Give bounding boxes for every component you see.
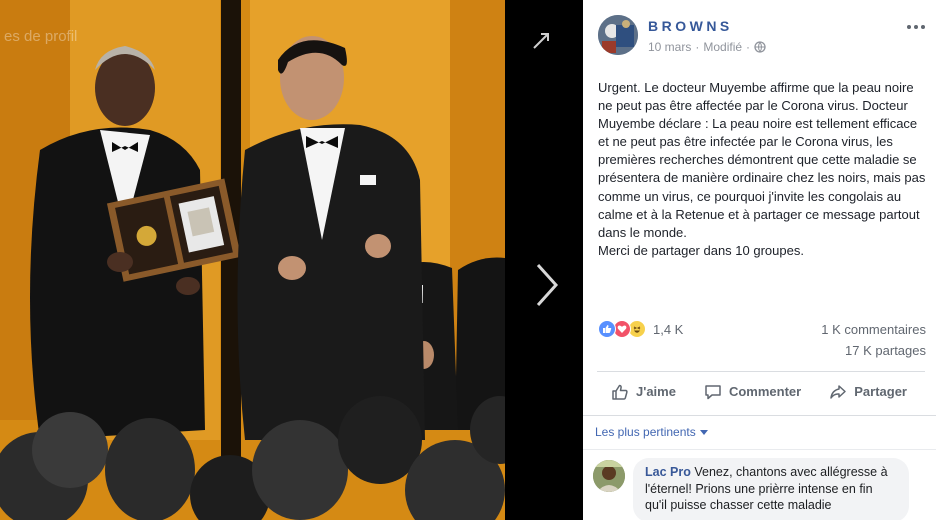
- divider: [583, 415, 936, 416]
- comment-sort-dropdown[interactable]: Les plus pertinents: [595, 425, 708, 439]
- comment-author[interactable]: Lac Pro: [645, 465, 691, 479]
- commenter-avatar[interactable]: [593, 460, 625, 492]
- like-icon: [598, 320, 616, 338]
- comment-button-label: Commenter: [728, 384, 802, 399]
- comment-icon: [705, 384, 721, 399]
- action-bar: J'aime Commenter Partager: [597, 371, 925, 411]
- comments-count[interactable]: 1 K commentaires: [821, 322, 926, 337]
- shares-count[interactable]: 17 K partages: [845, 343, 926, 358]
- avatar-image: [598, 15, 638, 55]
- photo-illustration: [0, 0, 505, 520]
- caret-down-icon: [699, 429, 708, 435]
- divider: [583, 449, 936, 450]
- ellipsis-icon[interactable]: [906, 22, 926, 32]
- expand-icon[interactable]: [532, 32, 550, 50]
- page-avatar[interactable]: [598, 15, 638, 55]
- like-button-label: J'aime: [636, 384, 676, 399]
- post-photo[interactable]: es de profil: [0, 0, 505, 520]
- chevron-right-icon[interactable]: [534, 262, 560, 308]
- meta-separator: ·: [746, 40, 751, 54]
- like-button[interactable]: J'aime: [611, 383, 676, 401]
- post-edited[interactable]: Modifié: [703, 40, 742, 54]
- post-text: Urgent. Le docteur Muyembe affirme que l…: [598, 80, 926, 258]
- reaction-summary[interactable]: 1,4 K: [598, 320, 683, 338]
- post-date[interactable]: 10 mars: [648, 40, 691, 54]
- photo-viewer: es de profil: [0, 0, 583, 520]
- post-meta: 10 mars · Modifié ·: [648, 40, 766, 54]
- meta-separator: ·: [695, 40, 700, 54]
- share-icon: [830, 384, 846, 399]
- share-button-label: Partager: [854, 384, 907, 399]
- share-button[interactable]: Partager: [829, 383, 907, 401]
- globe-icon: [754, 41, 766, 53]
- post-header: BROWNS 10 mars · Modifié ·: [583, 0, 936, 64]
- thumbs-up-icon: [612, 384, 628, 400]
- page-name[interactable]: BROWNS: [648, 18, 733, 34]
- comment-bubble: Lac Pro Venez, chantons avec allégresse …: [633, 458, 909, 520]
- comment-button[interactable]: Commenter: [704, 383, 801, 401]
- post-panel: BROWNS 10 mars · Modifié · Urgent. Le do…: [583, 0, 936, 520]
- reaction-count: 1,4 K: [653, 321, 684, 337]
- photo-watermark: es de profil: [4, 28, 78, 45]
- commenter-avatar-image: [593, 460, 625, 492]
- sort-label: Les plus pertinents: [595, 425, 696, 439]
